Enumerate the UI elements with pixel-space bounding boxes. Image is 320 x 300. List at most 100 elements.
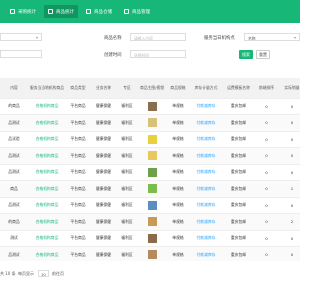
goods-thumbnail-cell	[137, 131, 167, 148]
column-header[interactable]: 服务当当地机构商品	[28, 78, 66, 99]
table-header-row: 内容 服务当当地机构商品 商品类型 业务名称 专区 商品主图/视频 商品规格 库存计量方式 运费…	[0, 78, 300, 99]
goods-thumbnail[interactable]	[147, 200, 157, 210]
goods-thumbnail[interactable]	[147, 184, 157, 194]
tab-label: 商品统计	[56, 9, 74, 15]
table-row[interactable]: 品测试 合格机构商品 平台商品 健康保健 福利区 单规格 付款减库存 重庆包邮 0 0	[0, 147, 300, 165]
column-header[interactable]: 商品类型	[66, 78, 90, 99]
tab-goods-stats[interactable]: 商品统计	[44, 5, 78, 18]
column-header[interactable]: 前端排序	[254, 78, 279, 99]
table-cell: 付款减库存	[189, 230, 223, 247]
column-header[interactable]: 运费模板名称	[223, 78, 254, 99]
column-header[interactable]: 专区	[117, 78, 137, 99]
table-cell: 重庆包邮	[223, 164, 254, 181]
table-row[interactable]: 的商品 合格机构商品 平台商品 健康保健 福利区 单规格 付款减库存 重庆包邮 0 0	[0, 98, 300, 115]
table-cell: 品测试	[0, 246, 28, 261]
sort-select[interactable]: 名称	[244, 33, 300, 41]
table-cell: 重庆包邮	[223, 180, 254, 198]
table-row[interactable]: 品测试 合格机构商品 平台商品 健康保健 福利区 单规格 付款减库存 重庆包邮 0 0	[0, 164, 300, 181]
table-cell: 重庆包邮	[223, 197, 254, 214]
created-date-input[interactable]: 选择时间	[130, 50, 186, 58]
table-cell: 单规格	[167, 197, 189, 214]
table-cell: 单规格	[167, 164, 189, 181]
column-header[interactable]: 库存计量方式	[189, 78, 223, 99]
table-cell: 合格机构商品	[28, 230, 66, 247]
name-input[interactable]: 请输入内容	[130, 33, 186, 41]
box-icon	[86, 9, 91, 14]
table-cell: 健康保健	[90, 246, 117, 261]
table-row[interactable]: 品测试 合格机构商品 平台商品 健康保健 福利区 单规格 付款减库存 重庆包邮 0 0	[0, 197, 300, 214]
goods-thumbnail[interactable]	[147, 151, 157, 161]
goods-thumbnail[interactable]	[147, 233, 157, 243]
table-row[interactable]: 商品 合格机构商品 平台商品 健康保健 福利区 单规格 付款减库存 重庆包邮 0 1	[0, 180, 300, 198]
table-cell: 单规格	[167, 114, 189, 132]
column-header[interactable]: 实际销量	[279, 78, 300, 99]
table-cell: 付款减库存	[189, 131, 223, 148]
pager-total: 共 10 条	[0, 271, 16, 276]
tab-goods-manage[interactable]: 商品管理	[120, 5, 154, 18]
chevron-down-icon	[36, 36, 38, 39]
tab-label: 采购统计	[18, 9, 36, 15]
search-button[interactable]: 搜索	[239, 50, 253, 59]
table-cell: 福利区	[117, 98, 137, 115]
table-body: 的商品 合格机构商品 平台商品 健康保健 福利区 单规格 付款减库存 重庆包邮 0 0 品测试 合格机…	[0, 98, 300, 261]
goods-thumbnail[interactable]	[147, 250, 157, 260]
table-cell: 重庆包邮	[223, 98, 254, 115]
table-cell: 健康保健	[90, 147, 117, 165]
table-cell: 单规格	[167, 147, 189, 165]
table-cell: 合格机构商品	[28, 114, 66, 132]
table-cell: 付款减库存	[189, 197, 223, 214]
table-cell: 品测试	[0, 164, 28, 181]
table-cell: 付款减库存	[189, 147, 223, 165]
table-cell: 福利区	[117, 246, 137, 261]
table-cell: 单规格	[167, 213, 189, 231]
table-cell: 付款减库存	[189, 98, 223, 115]
column-header[interactable]: 商品规格	[167, 78, 189, 99]
column-header[interactable]: 业务名称	[90, 78, 117, 99]
table-cell: 福利区	[117, 180, 137, 198]
goods-thumbnail[interactable]	[147, 167, 157, 177]
table-cell: 品测试	[0, 197, 28, 214]
table-cell: 品测试	[0, 147, 28, 165]
table-cell: 合格机构商品	[28, 147, 66, 165]
column-header[interactable]: 商品主图/视频	[137, 78, 167, 99]
reset-button[interactable]: 重置	[256, 50, 270, 59]
table-cell: 福利区	[117, 114, 137, 132]
tab-goods-storage[interactable]: 商品仓储	[82, 5, 116, 18]
table-cell: 重庆包邮	[223, 246, 254, 261]
table-cell: 付款减库存	[189, 180, 223, 198]
goods-thumbnail[interactable]	[147, 134, 157, 144]
table-cell: 平台商品	[66, 246, 90, 261]
table-cell: 单规格	[167, 180, 189, 198]
unnamed-select[interactable]	[0, 33, 42, 41]
table-row[interactable]: 品试验 合格机构商品 平台商品 健康保健 福利区 单规格 付款减库存 重庆包邮 0 0	[0, 131, 300, 148]
table-cell: 付款减库存	[189, 164, 223, 181]
page-size-select[interactable]: 10	[38, 270, 49, 277]
table-cell: 平台商品	[66, 180, 90, 198]
table-cell: 福利区	[117, 131, 137, 148]
goods-thumbnail-cell	[137, 114, 167, 132]
table-row[interactable]: 品测试 合格机构商品 平台商品 健康保健 福利区 单规格 付款减库存 重庆包邮 0 0	[0, 114, 300, 132]
goods-thumbnail-cell	[137, 230, 167, 247]
name-label: 商品名称	[104, 36, 122, 41]
table-cell: 合格机构商品	[28, 180, 66, 198]
table-row[interactable]: 品测试 合格机构商品 平台商品 健康保健 福利区 单规格 付款减库存 重庆包邮 0 0	[0, 246, 300, 261]
table-cell: 健康保健	[90, 197, 117, 214]
goods-thumbnail[interactable]	[147, 118, 157, 128]
column-header[interactable]: 内容	[0, 78, 28, 99]
table-cell: 平台商品	[66, 147, 90, 165]
chart-icon	[10, 9, 15, 14]
table-cell: 测试	[0, 230, 28, 247]
table-row[interactable]: 的商品 合格机构商品 平台商品 健康保健 福利区 单规格 付款减库存 重庆包邮 0 2	[0, 213, 300, 231]
goods-thumbnail[interactable]	[147, 217, 157, 227]
goods-thumbnail[interactable]	[147, 101, 157, 111]
table-cell: 商品	[0, 180, 28, 198]
table-cell: 健康保健	[90, 131, 117, 148]
unnamed-input[interactable]	[0, 50, 42, 58]
table-cell: 合格机构商品	[28, 164, 66, 181]
table-cell: 平台商品	[66, 164, 90, 181]
table-row[interactable]: 测试 合格机构商品 平台商品 健康保健 福利区 单规格 付款减库存 重庆包邮 0 0	[0, 230, 300, 247]
table-cell: 品试验	[0, 131, 28, 148]
table-cell: 0	[254, 180, 279, 198]
tab-purchase-stats[interactable]: 采购统计	[6, 5, 40, 18]
table-cell: 福利区	[117, 164, 137, 181]
